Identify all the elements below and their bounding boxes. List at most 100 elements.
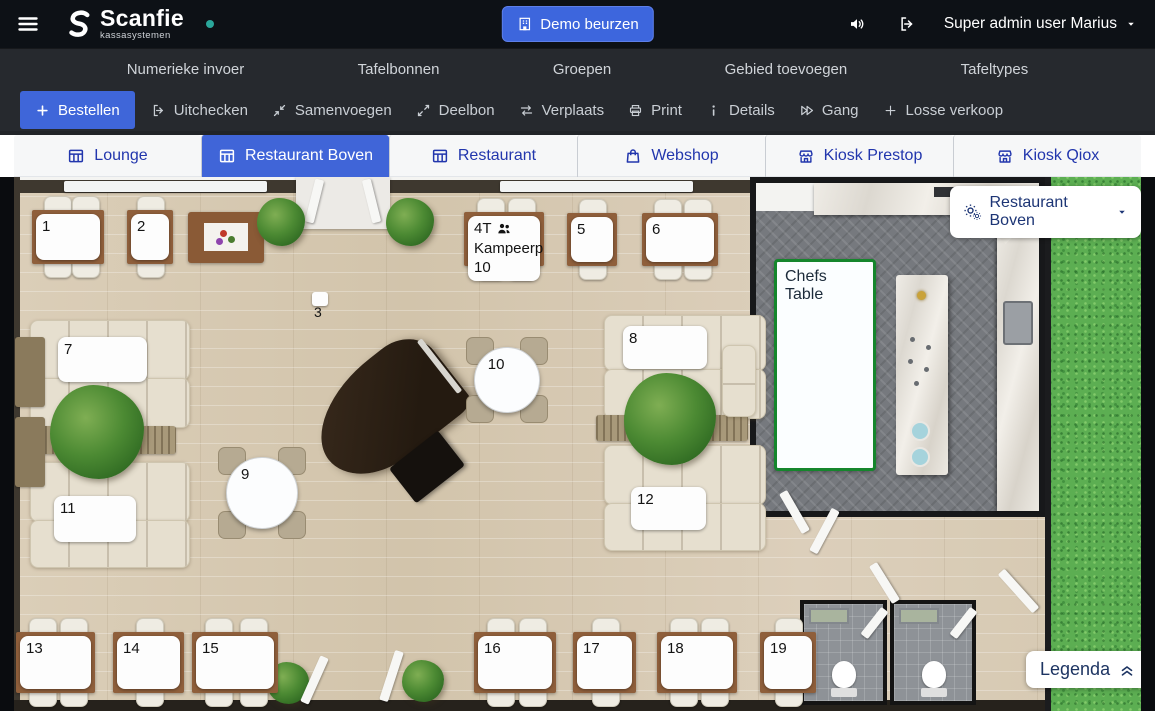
brand-logo[interactable]: Scanfie kassasystemen bbox=[64, 7, 184, 41]
table-number: 9 bbox=[241, 466, 249, 483]
swap-icon bbox=[519, 103, 534, 118]
sound-button[interactable] bbox=[844, 11, 870, 37]
area-selector-dropdown[interactable]: Restaurant Boven bbox=[950, 186, 1141, 238]
table-number: 7 bbox=[64, 341, 72, 358]
tab-label: Lounge bbox=[94, 147, 147, 165]
menu-item-numerieke-invoer[interactable]: Numerieke invoer bbox=[127, 61, 245, 78]
area-tabs: Lounge Restaurant Boven Restaurant Webshop K… bbox=[0, 131, 1155, 177]
table-13[interactable]: 13 bbox=[20, 636, 91, 689]
tool-deelbon[interactable]: Deelbon bbox=[404, 91, 507, 129]
tab-label: Kiosk Qiox bbox=[1023, 147, 1099, 165]
tool-label: Print bbox=[651, 102, 682, 119]
table-number: 2 bbox=[137, 217, 145, 237]
tab-lounge[interactable]: Lounge bbox=[14, 135, 201, 177]
forward-icon bbox=[799, 103, 814, 118]
toilet bbox=[921, 661, 947, 697]
table-8[interactable]: 8 bbox=[623, 326, 707, 369]
tool-details[interactable]: Details bbox=[694, 91, 787, 129]
logout-icon bbox=[151, 103, 166, 118]
user-menu[interactable]: Super admin user Marius bbox=[944, 15, 1137, 33]
window-strip bbox=[64, 181, 267, 192]
tool-uitchecken[interactable]: Uitchecken bbox=[139, 91, 260, 129]
kitchen-sink bbox=[1003, 301, 1033, 345]
merge-icon bbox=[272, 103, 287, 118]
logout-button[interactable] bbox=[894, 11, 920, 37]
table-18[interactable]: 18 bbox=[661, 636, 733, 689]
tool-verplaats[interactable]: Verplaats bbox=[507, 91, 617, 129]
table-10[interactable]: 10 bbox=[474, 347, 540, 413]
table-3[interactable]: 3 bbox=[312, 292, 328, 306]
table-16[interactable]: 16 bbox=[478, 636, 552, 689]
tab-label: Restaurant Boven bbox=[245, 147, 373, 165]
kitchen-island bbox=[896, 275, 948, 475]
table-15[interactable]: 15 bbox=[196, 636, 274, 689]
cup bbox=[910, 421, 930, 441]
tab-kiosk-qiox[interactable]: Kiosk Qiox bbox=[953, 135, 1141, 177]
table-4[interactable]: 4TKampeerp10 bbox=[468, 216, 540, 262]
floorplan-canvas[interactable]: 124TKampeerp1056378910111213141516171819… bbox=[14, 177, 1141, 711]
table-19[interactable]: 19 bbox=[764, 636, 812, 689]
tool-label: Losse verkoop bbox=[906, 102, 1004, 119]
table-chefs[interactable]: Chefs Table bbox=[774, 259, 876, 471]
menu-item-tafelbonnen[interactable]: Tafelbonnen bbox=[358, 61, 440, 78]
door bbox=[998, 569, 1039, 614]
tab-kiosk-prestop[interactable]: Kiosk Prestop bbox=[765, 135, 953, 177]
menu-item-groepen[interactable]: Groepen bbox=[553, 61, 611, 78]
tool-label: Deelbon bbox=[439, 102, 495, 119]
table-7[interactable]: 7 bbox=[58, 337, 147, 382]
table-11[interactable]: 11 bbox=[54, 496, 136, 542]
demo-beurzen-button[interactable]: Demo beurzen bbox=[501, 6, 653, 42]
table-1[interactable]: 1 bbox=[36, 214, 100, 260]
table-5[interactable]: 5 bbox=[571, 217, 613, 262]
tab-webshop[interactable]: Webshop bbox=[577, 135, 765, 177]
tool-bestellen[interactable]: Bestellen bbox=[20, 91, 135, 129]
table-label: 16 bbox=[478, 636, 552, 689]
table-number: 14 bbox=[123, 639, 140, 659]
grid-icon bbox=[218, 147, 236, 165]
door bbox=[379, 650, 404, 702]
legend-toggle-button[interactable]: Legenda bbox=[1026, 651, 1141, 688]
chevrons-up-icon bbox=[1118, 661, 1136, 679]
brand-subtitle: kassasystemen bbox=[100, 31, 184, 41]
table-14[interactable]: 14 bbox=[117, 636, 180, 689]
table-17[interactable]: 17 bbox=[577, 636, 632, 689]
table-label: 4TKampeerp10 bbox=[468, 216, 540, 281]
toilet-room bbox=[890, 600, 976, 705]
tab-restaurant[interactable]: Restaurant bbox=[389, 135, 577, 177]
menu-item-gebied-toevoegen[interactable]: Gebied toevoegen bbox=[725, 61, 848, 78]
table-label: 1 bbox=[36, 214, 100, 260]
table-number: 12 bbox=[637, 491, 654, 508]
table-number: 17 bbox=[583, 639, 600, 659]
tool-losse-verkoop[interactable]: Losse verkoop bbox=[871, 91, 1016, 129]
logout-icon bbox=[898, 15, 916, 33]
brand-name: Scanfie bbox=[100, 7, 184, 30]
tab-label: Webshop bbox=[651, 147, 718, 165]
toilet-sink bbox=[809, 608, 849, 624]
tab-restaurant-boven[interactable]: Restaurant Boven bbox=[201, 135, 389, 177]
table-6[interactable]: 6 bbox=[646, 217, 714, 262]
tool-gang[interactable]: Gang bbox=[787, 91, 871, 129]
store-icon bbox=[797, 147, 815, 165]
hamburger-menu-button[interactable] bbox=[12, 8, 44, 40]
tool-samenvoegen[interactable]: Samenvoegen bbox=[260, 91, 404, 129]
gears-icon bbox=[963, 203, 982, 221]
menu-item-tafeltypes[interactable]: Tafeltypes bbox=[961, 61, 1029, 78]
tab-label: Restaurant bbox=[458, 147, 536, 165]
door bbox=[860, 607, 888, 639]
tab-label: Kiosk Prestop bbox=[824, 147, 923, 165]
scanfie-logo-icon bbox=[64, 9, 94, 39]
tool-print[interactable]: Print bbox=[616, 91, 694, 129]
table-number: 5 bbox=[577, 220, 585, 240]
table-12[interactable]: 12 bbox=[631, 487, 706, 530]
table-number: 18 bbox=[667, 639, 684, 659]
table-label: 19 bbox=[764, 636, 812, 689]
grid-icon bbox=[431, 147, 449, 165]
area-selector-label: Restaurant Boven bbox=[990, 194, 1109, 230]
tool-label: Verplaats bbox=[542, 102, 605, 119]
door bbox=[305, 179, 324, 224]
hamburger-icon bbox=[16, 12, 40, 36]
table-9[interactable]: 9 bbox=[226, 457, 298, 529]
grass-strip bbox=[1045, 177, 1141, 711]
table-label: 15 bbox=[196, 636, 274, 689]
table-2[interactable]: 2 bbox=[131, 214, 169, 260]
